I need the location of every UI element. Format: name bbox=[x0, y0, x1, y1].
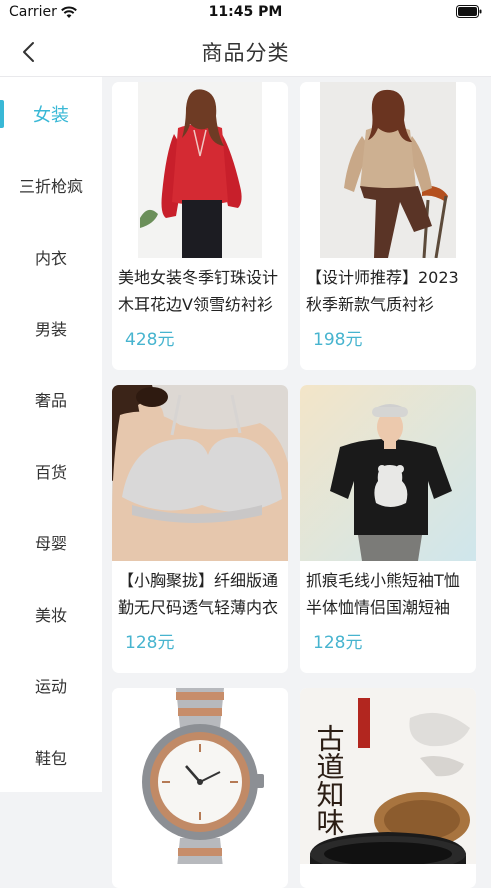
category-item-general-goods[interactable]: 百货 bbox=[0, 441, 102, 501]
ad-title-text: 古道知味 bbox=[313, 724, 345, 836]
product-title: 【小胸聚拢】纤细版通勤无尺码透气轻薄内衣 bbox=[118, 571, 279, 617]
category-item-womens[interactable]: 女装 bbox=[0, 84, 102, 144]
product-card[interactable]: 古道知味 bbox=[300, 688, 476, 888]
status-bar: Carrier 11:45 PM bbox=[0, 0, 491, 26]
product-price: 128元 bbox=[313, 633, 363, 653]
product-title: 美地女装冬季钉珠设计木耳花边V领雪纺衬衫 bbox=[118, 268, 279, 314]
navigation-bar: 商品分类 bbox=[0, 26, 491, 77]
product-card[interactable]: 美地女装冬季钉珠设计木耳花边V领雪纺衬衫 428元 bbox=[112, 82, 288, 370]
product-image-woman-red-blouse bbox=[112, 82, 288, 258]
product-image-woman-beige-shirt bbox=[300, 82, 476, 258]
product-price: 128元 bbox=[125, 633, 175, 653]
category-item-sports[interactable]: 运动 bbox=[0, 655, 102, 715]
product-card[interactable]: 抓痕毛线小熊短袖T恤半体恤情侣国潮短袖 128元 bbox=[300, 385, 476, 673]
product-card[interactable]: 【小胸聚拢】纤细版通勤无尺码透气轻薄内衣 128元 bbox=[112, 385, 288, 673]
category-item-baby[interactable]: 母婴 bbox=[0, 512, 102, 572]
status-time: 11:45 PM bbox=[208, 4, 283, 20]
product-title bbox=[118, 874, 282, 888]
category-item-flash-sale[interactable]: 三折枪疯 bbox=[0, 155, 102, 215]
category-item-mens[interactable]: 男装 bbox=[0, 298, 102, 358]
category-item-beauty[interactable]: 美妆 bbox=[0, 584, 102, 644]
product-card[interactable]: 【设计师推荐】2023秋季新款气质衬衫 198元 bbox=[300, 82, 476, 370]
page-title: 商品分类 bbox=[201, 41, 290, 65]
battery-icon bbox=[456, 5, 482, 18]
product-title: 【设计师推荐】2023秋季新款气质衬衫 bbox=[306, 268, 459, 314]
product-title: 抓痕毛线小熊短袖T恤半体恤情侣国潮短袖 bbox=[306, 571, 460, 617]
product-price: 428元 bbox=[125, 330, 175, 350]
category-item-shoes-bags[interactable]: 鞋包 bbox=[0, 727, 102, 787]
product-image-man-bear-tshirt bbox=[300, 385, 476, 561]
product-image-bra-model bbox=[112, 385, 288, 561]
product-image-cast-iron-pot: 古道知味 bbox=[300, 688, 476, 864]
category-sidebar: 女装 三折枪疯 内衣 男装 奢品 百货 母婴 美妆 运动 鞋包 bbox=[0, 77, 102, 792]
category-item-underwear[interactable]: 内衣 bbox=[0, 227, 102, 287]
product-card[interactable] bbox=[112, 688, 288, 888]
product-image-wristwatch bbox=[112, 688, 288, 864]
product-price: 198元 bbox=[313, 330, 363, 350]
category-item-luxury[interactable]: 奢品 bbox=[0, 369, 102, 429]
